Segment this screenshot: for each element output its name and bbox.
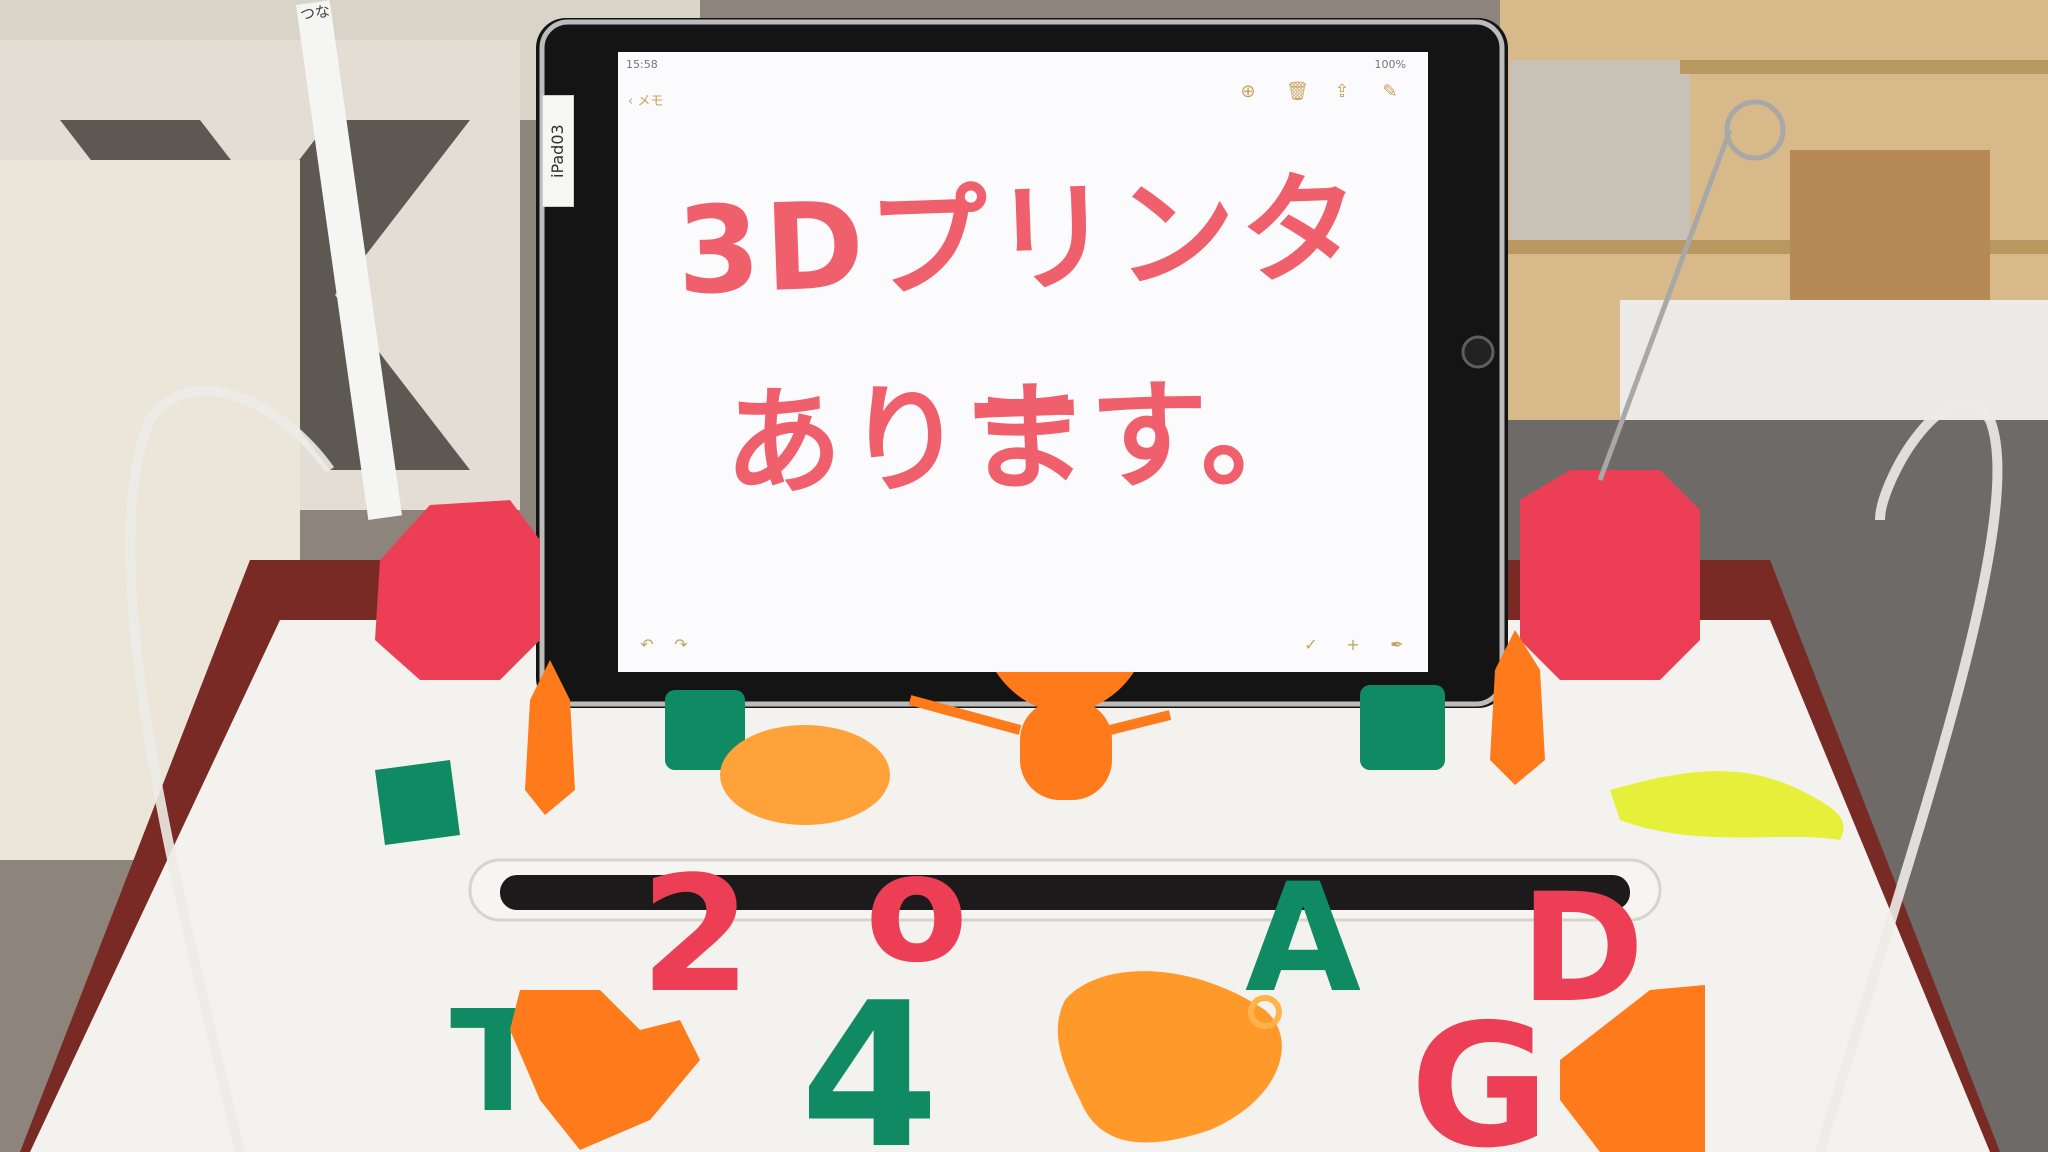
green-number-4: 4 (800, 960, 939, 1152)
undo-icon[interactable]: ↶ (638, 636, 656, 654)
add-icon[interactable]: + (1344, 636, 1362, 654)
shelf-books (1510, 60, 1690, 240)
markup-icon[interactable]: ✒ (1388, 636, 1406, 654)
status-bar: 15:58 100% (618, 52, 1428, 74)
pencil-stand-right (1520, 470, 1700, 680)
back-button[interactable]: ‹ メモ (628, 90, 663, 109)
compose-icon[interactable]: ✎ (1380, 82, 1400, 102)
shelf-board-1 (1680, 60, 2048, 74)
green-holder-right (1360, 685, 1445, 770)
trash-icon[interactable]: 🗑 (1286, 82, 1309, 102)
status-time: 15:58 (626, 58, 658, 71)
green-shield (375, 760, 460, 845)
ipad-screen: 15:58 100% ‹ メモ ⊕ 🗑 ⇪ ✎ 3Dプリンター あります。 ↶ … (618, 52, 1428, 672)
pencil-label: つな (298, 1, 332, 24)
redo-icon[interactable]: ↷ (672, 636, 690, 654)
battery-indicator: 100% (1374, 58, 1406, 71)
back-label: メモ (637, 94, 664, 109)
orange-character-body (1020, 700, 1112, 800)
red-letter-g: G (1410, 988, 1550, 1152)
chevron-left-icon: ‹ (628, 94, 638, 109)
orange-flower (720, 725, 890, 825)
handwriting-line-2: あります。 (722, 363, 1324, 513)
device-label-sticker: iPad03 (542, 95, 574, 207)
checklist-icon[interactable]: ✓ (1302, 636, 1320, 654)
share-icon[interactable]: ⇪ (1332, 82, 1352, 102)
home-button (1461, 335, 1495, 369)
photo-scene: 2 o A D T 4 G 15:58 100% ‹ メモ ⊕ 🗑 ⇪ ✎ 3D… (0, 0, 2048, 1152)
cardboard-box (1790, 150, 1990, 300)
collaborate-icon[interactable]: ⊕ (1238, 82, 1258, 102)
red-number-2: 2 (640, 841, 751, 1028)
